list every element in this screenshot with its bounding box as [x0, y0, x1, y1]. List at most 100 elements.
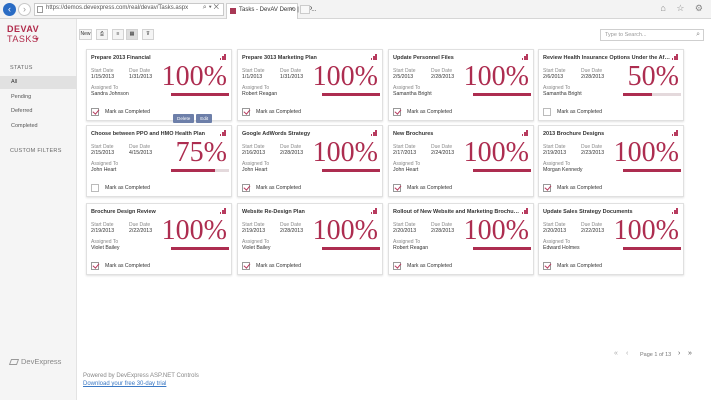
priority-signal-icon [672, 130, 679, 136]
assignee-name: Violet Bailey [91, 245, 120, 251]
address-actions-icon[interactable]: ⌕▾✕ [203, 4, 221, 12]
address-bar[interactable]: https://demos.devexpress.com/real/devav/… [34, 3, 224, 16]
forward-arrow-icon[interactable]: › [18, 3, 31, 16]
mark-completed-checkbox[interactable] [543, 108, 551, 116]
mark-completed-label[interactable]: Mark as Completed [557, 185, 602, 191]
due-date-value: 2/28/2013 [431, 228, 455, 234]
task-card[interactable]: Website Re-Design Plan Start Date Due Date… [237, 203, 383, 275]
mark-completed-label[interactable]: Mark as Completed [256, 263, 301, 269]
new-button[interactable]: New [79, 29, 92, 40]
sidebar-item-pending[interactable]: Pending [0, 91, 77, 104]
tab-close-icon[interactable]: × [290, 6, 294, 13]
mark-completed-label[interactable]: Mark as Completed [256, 185, 301, 191]
back-arrow-icon[interactable]: ‹ [3, 3, 16, 16]
progress-fill [623, 93, 652, 96]
sidebar-item-completed[interactable]: Completed [0, 120, 77, 133]
mark-completed-checkbox[interactable] [393, 184, 401, 192]
mark-completed-label[interactable]: Mark as Completed [407, 263, 452, 269]
page-indicator: Page 1 of 13 [640, 352, 672, 358]
assignee-name: Sandra Johnson [91, 91, 129, 97]
search-input[interactable]: Type to Search... ⌕ [600, 29, 704, 41]
search-icon[interactable]: ⌕ [696, 31, 700, 39]
status-heading: STATUS [10, 65, 33, 71]
mark-completed-checkbox[interactable] [91, 108, 99, 116]
task-card[interactable]: Google AdWords Strategy Start Date Due Dat… [237, 125, 383, 197]
mark-completed-label[interactable]: Mark as Completed [105, 263, 150, 269]
address-text: https://demos.devexpress.com/real/devav/… [46, 5, 189, 11]
start-date-value: 1/15/2013 [91, 74, 115, 80]
progress-bar [171, 169, 229, 172]
sidebar-item-deferred[interactable]: Deferred [0, 105, 77, 118]
devav-logo[interactable]: DEVAV TASKS ▼ [7, 24, 47, 48]
task-card[interactable]: Prepare 3013 Marketing Plan Start Date Due… [237, 49, 383, 121]
task-card[interactable]: Choose between PPO and HMO Health Plan St… [86, 125, 232, 197]
start-date-value: 2/19/2013 [543, 150, 567, 156]
progress-fill [171, 169, 215, 172]
delete-button[interactable]: Delete [173, 114, 195, 123]
progress-fill [623, 169, 681, 172]
devexpress-logo: DevExpress [8, 357, 61, 366]
start-date-value: 2/19/2013 [91, 228, 115, 234]
mark-completed-checkbox[interactable] [242, 108, 250, 116]
mark-completed-label[interactable]: Mark as Completed [407, 109, 452, 115]
page-icon [37, 6, 43, 13]
browser-tab[interactable]: Tasks - DevAV Demo | ASP... × [226, 3, 316, 19]
edit-button[interactable]: Edit [196, 114, 213, 123]
mark-completed-checkbox[interactable] [242, 184, 250, 192]
assignee-name: John Heart [393, 167, 419, 173]
logo-line1: DEVAV [7, 24, 40, 34]
mark-completed-label[interactable]: Mark as Completed [557, 109, 602, 115]
card-view-icon[interactable]: ▦ [126, 29, 138, 40]
new-tab-button[interactable] [300, 5, 310, 14]
start-date-value: 2/6/2013 [543, 74, 564, 80]
due-date-value: 1/31/2013 [129, 74, 153, 80]
progress-fill [322, 93, 380, 96]
chevron-down-icon[interactable]: ▼ [34, 37, 40, 43]
task-card[interactable]: New Brochures Start Date Due Date 2/17/2013… [388, 125, 534, 197]
trial-link[interactable]: Download your free 30-day trial [83, 381, 166, 387]
progress-fill [623, 247, 681, 250]
task-card[interactable]: Update Personnel Files Start Date Due Date… [388, 49, 534, 121]
task-card[interactable]: Rollout of New Website and Marketing Bro… [388, 203, 534, 275]
mark-completed-checkbox[interactable] [543, 184, 551, 192]
custom-filters-heading[interactable]: CUSTOM FILTERS [10, 148, 62, 154]
mark-completed-label[interactable]: Mark as Completed [256, 109, 301, 115]
mark-completed-checkbox[interactable] [393, 262, 401, 270]
filter-icon[interactable]: ⊽ [142, 29, 154, 40]
search-placeholder: Type to Search... [605, 32, 647, 38]
task-card[interactable]: 2013 Brochure Designs Start Date Due Date 2… [538, 125, 684, 197]
task-card[interactable]: Prepare 2013 Financial Start Date Due Date… [86, 49, 232, 141]
mark-completed-label[interactable]: Mark as Completed [105, 109, 150, 115]
task-card[interactable]: Update Sales Strategy Documents Start Dat… [538, 203, 684, 275]
task-card[interactable]: Brochure Design Review Start Date Due Date… [86, 203, 232, 275]
completion-percent: 100% [161, 61, 227, 92]
task-card[interactable]: Review Health Insurance Options Under th… [538, 49, 684, 121]
browser-tools-icons[interactable]: ⌂ ☆ ⚙ [660, 3, 707, 14]
completion-percent: 100% [463, 215, 529, 246]
mark-completed-checkbox[interactable] [91, 262, 99, 270]
start-date-value: 2/19/2013 [242, 228, 266, 234]
assignee-name: Violet Bailey [242, 245, 271, 251]
mark-completed-checkbox[interactable] [91, 184, 99, 192]
progress-fill [473, 247, 531, 250]
mark-completed-checkbox[interactable] [242, 262, 250, 270]
mark-completed-checkbox[interactable] [543, 262, 551, 270]
due-date-value: 2/22/2013 [129, 228, 153, 234]
first-page-icon[interactable]: « [614, 350, 618, 357]
mark-completed-label[interactable]: Mark as Completed [407, 185, 452, 191]
completion-percent: 75% [175, 137, 227, 168]
sidebar-item-all[interactable]: All [0, 76, 77, 89]
prev-page-icon[interactable]: ‹ [626, 350, 628, 357]
next-page-icon[interactable]: › [678, 350, 680, 357]
mark-completed-checkbox[interactable] [393, 108, 401, 116]
priority-signal-icon [371, 130, 378, 136]
assignee-name: Samantha Bright [393, 91, 432, 97]
progress-bar [322, 93, 380, 96]
last-page-icon[interactable]: » [688, 350, 692, 357]
list-view-icon[interactable]: ≡ [112, 29, 124, 40]
completion-percent: 100% [161, 215, 227, 246]
print-icon[interactable]: ⎙ [96, 29, 108, 40]
due-date-value: 2/28/2013 [431, 74, 455, 80]
mark-completed-label[interactable]: Mark as Completed [105, 185, 150, 191]
mark-completed-label[interactable]: Mark as Completed [557, 263, 602, 269]
